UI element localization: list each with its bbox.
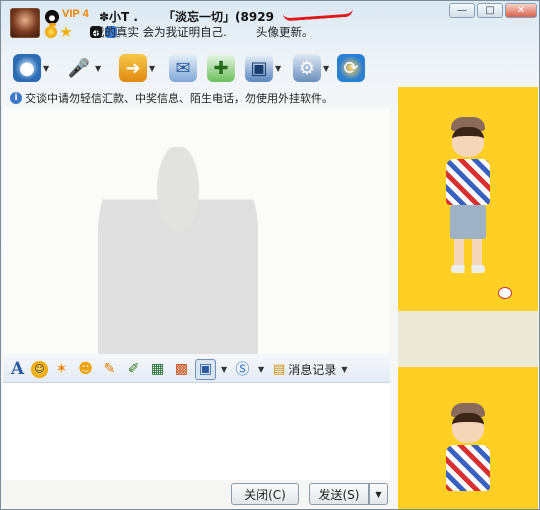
gear-icon: ⚙ bbox=[293, 54, 321, 82]
puppy-icon bbox=[498, 287, 512, 299]
online-status-icon bbox=[45, 26, 57, 38]
chevron-down-icon[interactable]: ▼ bbox=[149, 64, 157, 73]
my-avatar-figure bbox=[438, 403, 498, 509]
font-icon[interactable]: A bbox=[7, 359, 28, 380]
title-bar: VIP 4 ✽小T . 「淡忘一切」(8929 我的真实 会为我证明自己. 头像… bbox=[1, 1, 539, 47]
close-window-button[interactable]: ✕ bbox=[505, 3, 537, 18]
message-history-button[interactable]: ▤ 消息记录 ▼ bbox=[273, 361, 349, 378]
send-button[interactable]: 发送(S) bbox=[309, 483, 369, 505]
send-options-button[interactable]: ▼ bbox=[369, 483, 388, 505]
chat-window: VIP 4 ✽小T . 「淡忘一切」(8929 我的真实 会为我证明自己. 头像… bbox=[0, 0, 540, 510]
qq-show-panel bbox=[398, 87, 538, 509]
minimize-button[interactable]: — bbox=[449, 3, 475, 18]
qq-penguin-icon bbox=[45, 10, 59, 26]
window-controls: — □ ✕ bbox=[449, 3, 537, 18]
webcam-icon: ● bbox=[13, 54, 41, 82]
more-apps-button[interactable]: ⟳ bbox=[337, 53, 365, 83]
contact-avatar-figure bbox=[438, 117, 498, 307]
bottom-bar: 关闭(C) 发送(S) ▼ bbox=[3, 480, 390, 509]
background-photo-watermark bbox=[98, 147, 258, 354]
message-input[interactable] bbox=[3, 382, 390, 480]
globe-icon: ⟳ bbox=[337, 54, 365, 82]
message-history-label: 消息记录 bbox=[288, 362, 337, 377]
music-icon[interactable]: Ⓢ bbox=[232, 359, 253, 380]
app-settings-button[interactable]: ⚙ ▼ bbox=[293, 53, 331, 83]
create-group-button[interactable]: ✚ bbox=[207, 53, 235, 83]
chat-history-area[interactable] bbox=[3, 107, 390, 354]
chevron-down-icon[interactable]: ▼ bbox=[95, 64, 103, 73]
send-sms-button[interactable]: ✉ bbox=[169, 53, 197, 83]
format-toolbar: A ☺ ✶ ☻ ✎ ✐ ▦ ▩ ▣ ▼ Ⓢ ▼ ▤ 消息记录 ▼ bbox=[3, 356, 390, 382]
security-notice: i 交谈中请勿轻信汇款、中奖信息、陌生电话，勿使用外挂软件。 bbox=[10, 90, 333, 106]
magic-emoticon-icon[interactable]: ✶ bbox=[51, 359, 72, 380]
chevron-down-icon[interactable]: ▼ bbox=[275, 64, 283, 73]
send-image-icon[interactable]: ▦ bbox=[147, 359, 168, 380]
folder-icon: ➜ bbox=[119, 54, 147, 82]
contact-nickname: ✽小T . 「淡忘一切」(8929 bbox=[99, 10, 274, 24]
contact-qq-show[interactable] bbox=[398, 87, 538, 311]
chevron-down-icon[interactable]: ▼ bbox=[43, 64, 51, 73]
voice-call-button[interactable]: 🎤 ▼ bbox=[65, 53, 103, 83]
emoticon-icon[interactable]: ☺ bbox=[31, 360, 48, 378]
chevron-down-icon[interactable]: ▼ bbox=[341, 365, 349, 374]
personal-signature: 我的真实 会为我证明自己. 头像更新。 bbox=[93, 25, 314, 39]
add-group-icon: ✚ bbox=[207, 54, 235, 82]
remote-assist-button[interactable]: ▣ ▼ bbox=[245, 53, 283, 83]
close-button[interactable]: 关闭(C) bbox=[231, 483, 299, 505]
send-file-button[interactable]: ➜ ▼ bbox=[119, 53, 157, 83]
chevron-down-icon[interactable]: ▼ bbox=[221, 365, 229, 374]
video-call-button[interactable]: ● ▼ bbox=[13, 53, 51, 83]
message-history-icon: ▤ bbox=[273, 361, 286, 377]
security-notice-text: 交谈中请勿轻信汇款、中奖信息、陌生电话，勿使用外挂软件。 bbox=[25, 92, 333, 105]
redaction-scribble bbox=[282, 8, 354, 22]
chevron-down-icon[interactable]: ▼ bbox=[323, 64, 331, 73]
my-qq-show[interactable] bbox=[398, 367, 538, 509]
vip-badge[interactable]: VIP 4 bbox=[62, 8, 89, 20]
main-toolbar: ● ▼ 🎤 ▼ ➜ ▼ ✉ ✚ ▣ ▼ ⚙ ▼ ⟳ bbox=[1, 51, 539, 87]
shake-window-icon[interactable]: ✎ bbox=[99, 359, 120, 380]
star-icon bbox=[60, 26, 72, 37]
chevron-down-icon[interactable]: ▼ bbox=[258, 365, 266, 374]
maximize-button[interactable]: □ bbox=[477, 3, 503, 18]
wink-icon[interactable]: ☻ bbox=[75, 359, 96, 380]
envelope-icon: ✉ bbox=[169, 54, 197, 82]
info-icon: i bbox=[10, 92, 22, 104]
contact-avatar[interactable] bbox=[10, 8, 40, 38]
gift-icon[interactable]: ▩ bbox=[171, 359, 192, 380]
microphone-icon: 🎤 bbox=[67, 57, 91, 79]
monitor-icon: ▣ bbox=[245, 54, 273, 82]
screenshot-icon[interactable]: ▣ bbox=[195, 358, 216, 380]
handwriting-icon[interactable]: ✐ bbox=[123, 359, 144, 380]
